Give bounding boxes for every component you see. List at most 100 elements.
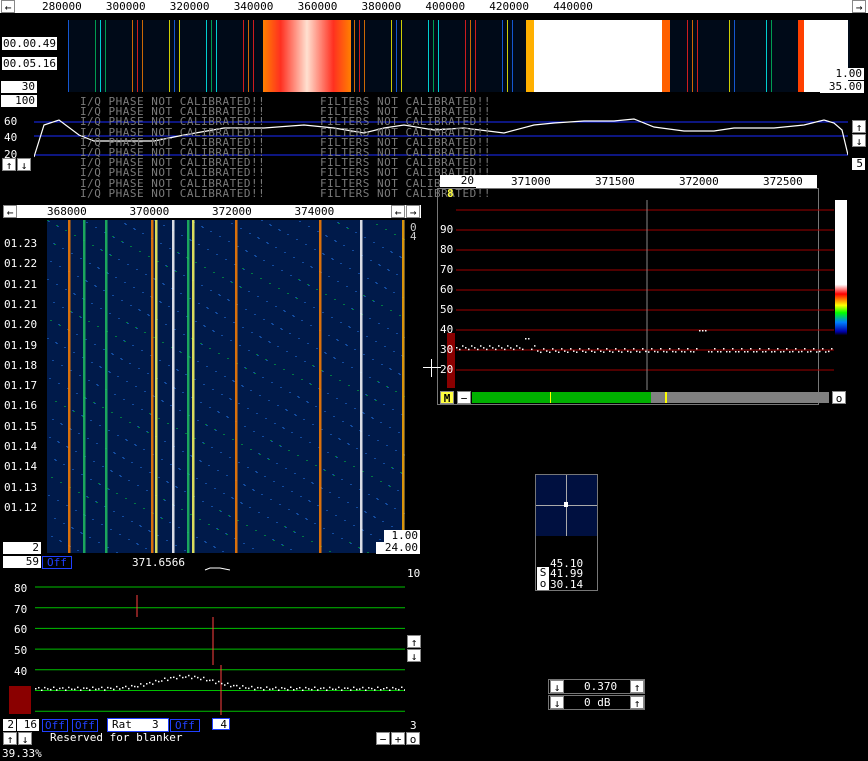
waterfall-contrast-box[interactable]: 1.00 [826, 68, 864, 80]
spectrum-down-button[interactable]: ↓ [852, 134, 866, 148]
time-label: 01.23 [4, 237, 38, 250]
time-label: 01.16 [4, 399, 38, 413]
frequency-tick-label: 280000 [42, 0, 82, 13]
spectrum3-minus-button[interactable]: − [457, 391, 471, 405]
frequency-tick-label: 372000 [212, 205, 252, 218]
waterfall2-right2-button[interactable]: → [406, 205, 420, 219]
baseband-down-button[interactable]: ↓ [407, 649, 421, 663]
spectrum3-meter-fill [472, 392, 651, 403]
spectrum3-graph[interactable] [456, 200, 836, 390]
baseband-ctrl-2[interactable]: 16 [17, 719, 39, 731]
spectrum3-corner-value: 8 [447, 187, 454, 200]
spectrum3-graphic [456, 200, 834, 390]
waterfall-gain-box[interactable]: 30 [1, 81, 37, 93]
spectrum3-y-label: 70 [440, 263, 454, 276]
baseband-y-label: 60 [14, 623, 28, 637]
time-label: 01.14 [4, 460, 38, 474]
spectrum-up-button[interactable]: ↑ [852, 120, 866, 134]
time-label: 00.00.49 [2, 37, 57, 50]
spectrum3-y-label: 80 [440, 243, 454, 256]
spectrum3-o-button[interactable]: o [832, 391, 846, 405]
frequency-tick-label: 380000 [361, 0, 402, 13]
time-label: 01.21 [4, 277, 38, 291]
time-label: 01.20 [4, 318, 38, 332]
waterfall2-left-button[interactable]: ← [3, 205, 17, 219]
baseband-up-button[interactable]: ↑ [407, 635, 421, 649]
spectrum3-y-label: 90 [440, 223, 454, 236]
waterfall2-bottom-left-box[interactable]: 2 [3, 542, 41, 554]
main-waterfall[interactable] [68, 20, 850, 92]
baseband-o-button[interactable]: o [406, 732, 420, 746]
baseband-level-bar [9, 686, 31, 714]
frequency-tick-label: 374000 [294, 205, 335, 218]
spectrum3-box[interactable]: 20 [440, 175, 476, 187]
polar-o-label[interactable]: o [537, 578, 549, 590]
frequency-tick-label: 372500 [763, 175, 803, 188]
waterfall2-right-button[interactable]: ← [391, 205, 405, 219]
polar-value-3: 30.14 [550, 578, 584, 591]
baseband-plus-button[interactable]: + [391, 732, 405, 746]
baseband-ctrl-1[interactable]: 2 [3, 719, 16, 731]
baseband-y-label: 80 [14, 582, 28, 595]
frequency-tick-label: 300000 [105, 0, 146, 13]
waterfall2-graphic [47, 220, 405, 553]
frequency-tick-label: 400000 [425, 0, 466, 13]
blanker-label: Reserved for blanker [50, 731, 183, 744]
scroll-left-button[interactable]: ← [1, 0, 15, 14]
spectrum3-m-button[interactable]: M [440, 391, 454, 405]
main-waterfall-graphic [68, 20, 850, 92]
spectrum-y-label: 40 [4, 131, 18, 144]
mouse-cursor-icon [423, 359, 441, 377]
frequency-tick-label: 320000 [169, 0, 210, 13]
waterfall2-scale-value: 4 [410, 230, 417, 243]
baseband-y-label: 70 [14, 602, 28, 616]
rat-value: 3 [152, 718, 159, 731]
baseband-graph[interactable] [35, 565, 405, 715]
waterfall-brightness-box[interactable]: 35.00 [820, 81, 864, 93]
polar-point [564, 502, 568, 507]
spectrum3-y-label: 50 [440, 303, 454, 316]
waterfall2[interactable] [47, 220, 405, 553]
time-label: 01.14 [4, 440, 38, 453]
control-1-down-button[interactable]: ↓ [550, 680, 564, 694]
control-2-value: 0 dB [584, 696, 611, 709]
spectrum-left-down-button[interactable]: ↓ [17, 158, 31, 172]
spectrum-y-label: 60 [4, 115, 18, 128]
spectrum3-meter[interactable] [472, 392, 829, 403]
calibration-warning: I/Q PHASE NOT CALIBRATED!! [80, 186, 266, 200]
baseband-y-label: 50 [14, 644, 28, 658]
rat-control[interactable]: Rat 3 [107, 718, 169, 732]
frequency-tick-label: 372000 [679, 175, 719, 188]
control-2-down-button[interactable]: ↓ [550, 696, 564, 710]
frequency-tick-label: 368000 [47, 205, 87, 218]
spectrum3-meter-marker [550, 392, 551, 403]
blanker-down-button[interactable]: ↓ [18, 732, 32, 746]
frequency-tick-label: 371500 [595, 175, 635, 188]
time-label: 01.15 [4, 419, 38, 433]
frequency-tick-label: 360000 [297, 0, 338, 13]
time-label: 01.22 [4, 257, 38, 271]
baseband-graphic [35, 567, 405, 715]
spectrum-right-box[interactable]: 5 [852, 158, 865, 170]
blanker-up-button[interactable]: ↑ [3, 732, 17, 746]
spectrum3-level-bar [447, 333, 455, 388]
polar-plot[interactable] [536, 475, 597, 536]
frequency-tick-label: 370000 [129, 205, 170, 218]
time-label: 01.21 [4, 297, 38, 311]
spectrum3-meter-marker [665, 392, 667, 403]
spectrum-left-up-button[interactable]: ↑ [2, 158, 16, 172]
scroll-right-button[interactable]: → [852, 0, 866, 14]
baseband-minus-button[interactable]: − [376, 732, 390, 746]
control-2-up-button[interactable]: ↑ [630, 696, 644, 710]
time-label: 01.12 [4, 500, 38, 514]
time-label: 00.05.16 [2, 57, 57, 70]
waterfall2-brightness-box[interactable]: 24.00 [376, 542, 420, 554]
spectrum3-y-label: 30 [440, 343, 454, 356]
frequency-tick-label: 340000 [233, 0, 274, 13]
spectrum3-y-label: 60 [440, 283, 454, 296]
spectrum-top-box[interactable]: 100 [1, 95, 37, 107]
baseband-ctrl-6[interactable]: 4 [212, 718, 230, 731]
control-1-up-button[interactable]: ↑ [630, 680, 644, 694]
spectrum3-colorbar [835, 200, 847, 388]
baseband-top-right-value: 10 [407, 567, 421, 580]
